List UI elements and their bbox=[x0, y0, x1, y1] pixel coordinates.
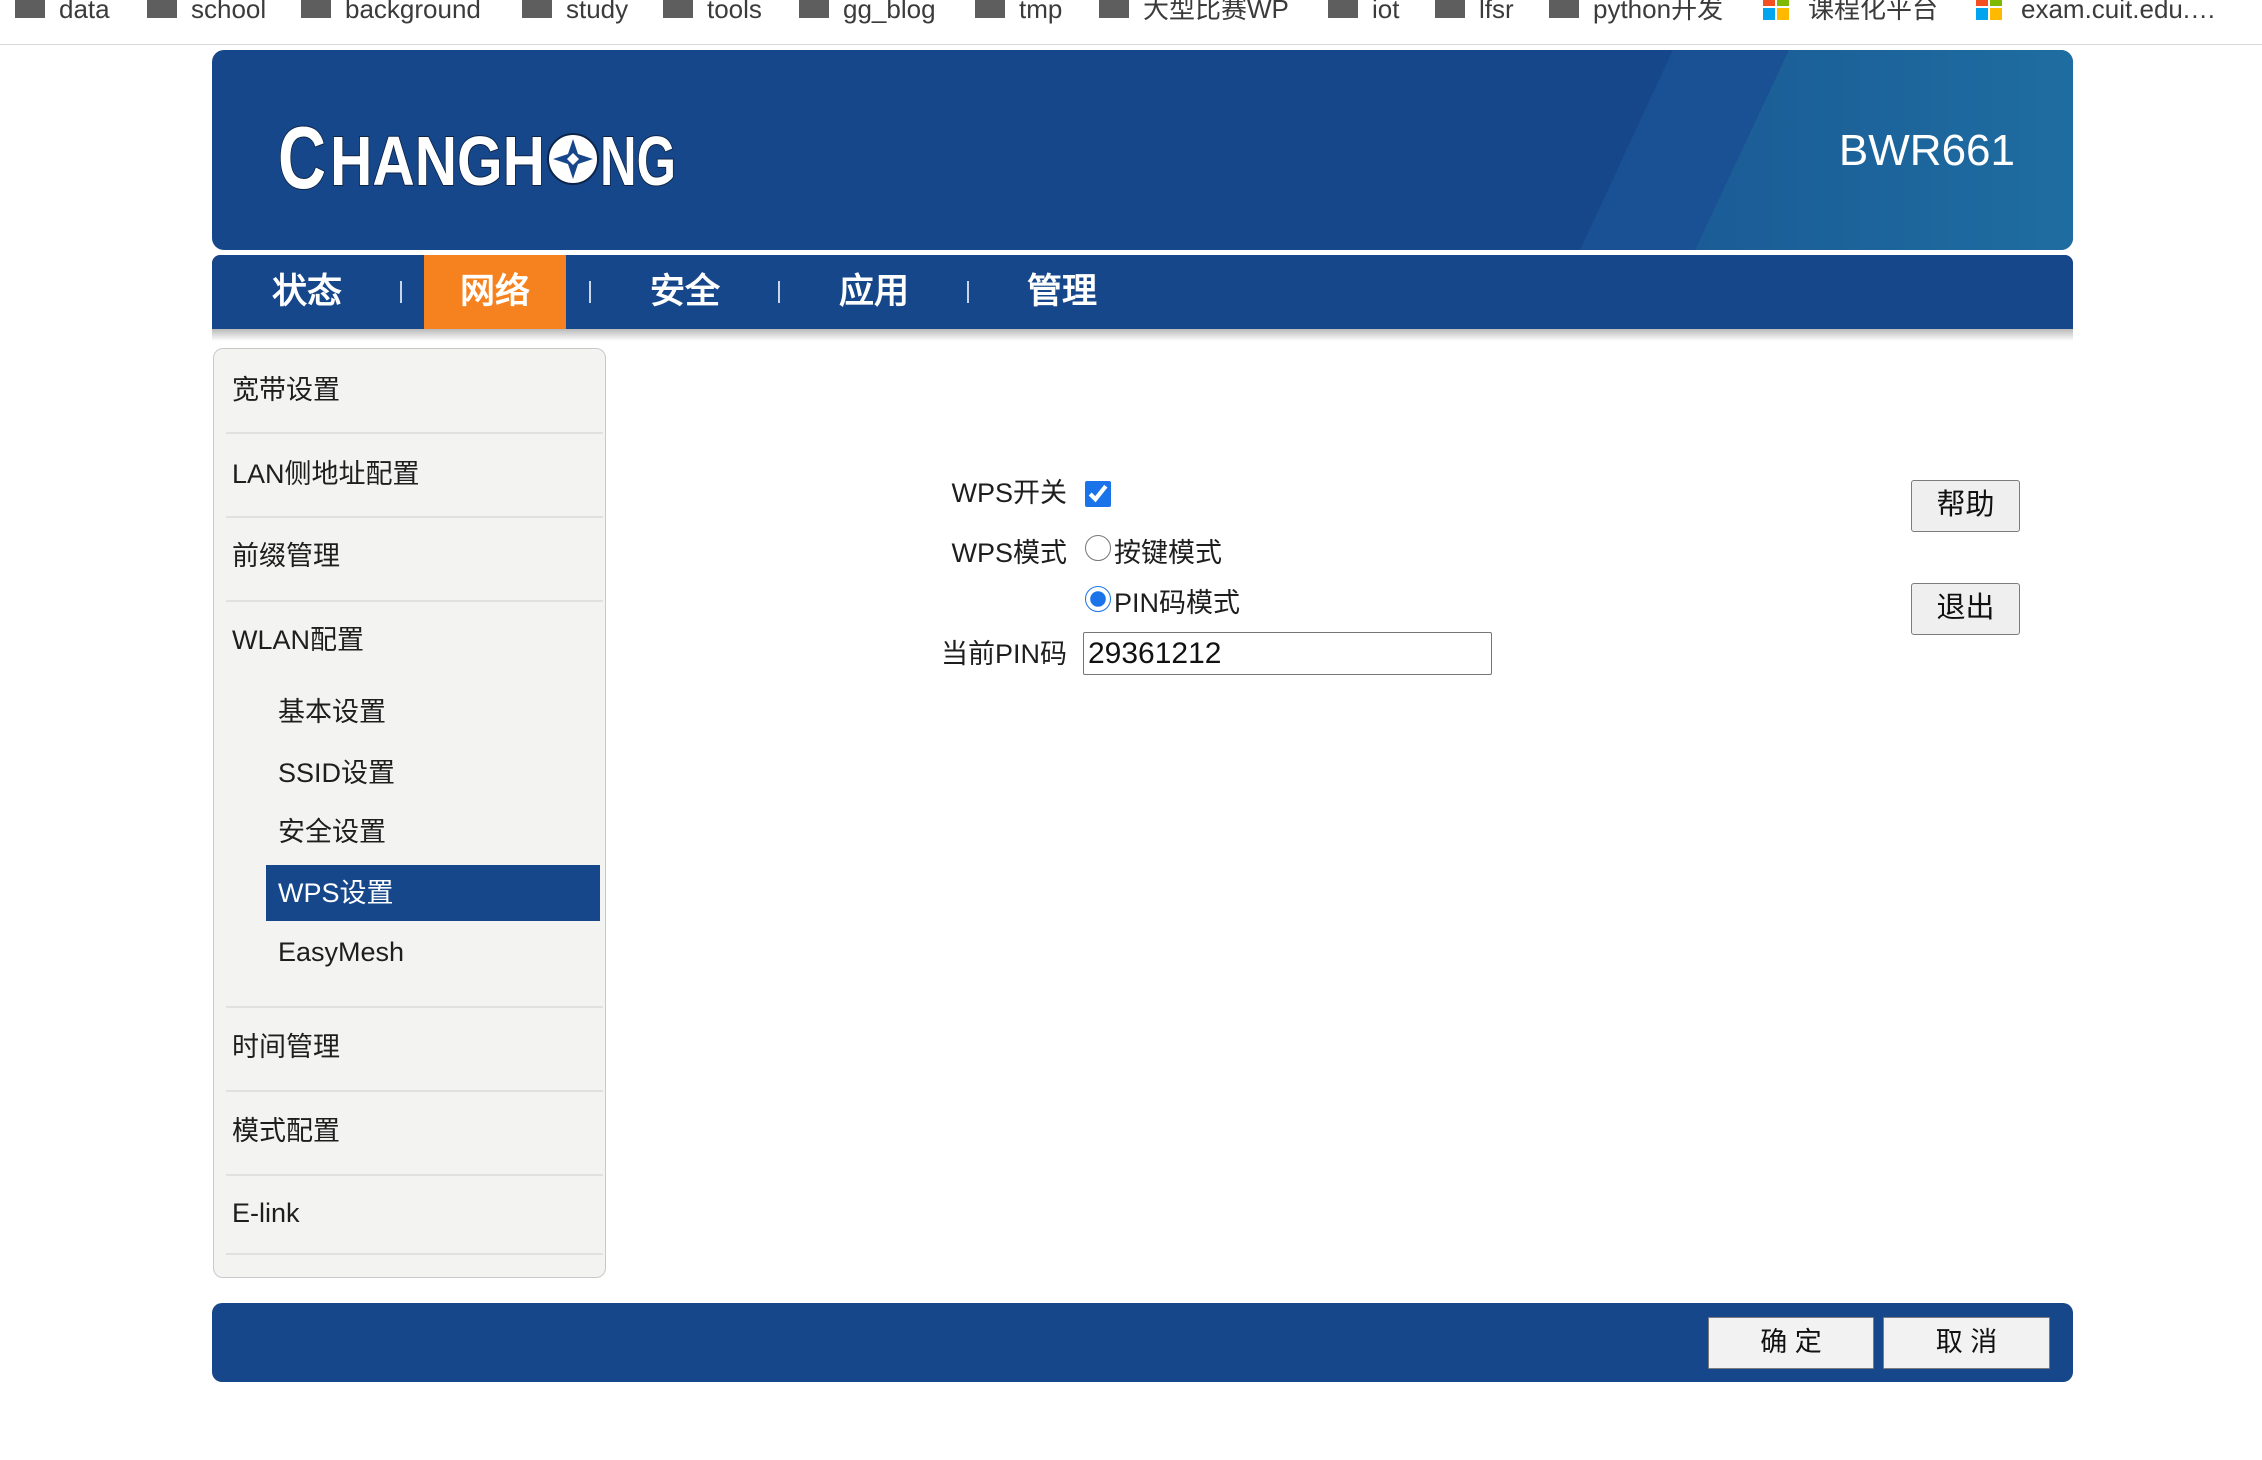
nav-separator bbox=[400, 281, 402, 303]
sidebar-divider bbox=[226, 1090, 603, 1092]
site-favicon-icon bbox=[1763, 0, 1789, 20]
sidebar-divider bbox=[226, 1006, 603, 1008]
folder-icon bbox=[301, 0, 331, 18]
nav-tab-network[interactable]: 网络 bbox=[424, 255, 566, 329]
sidebar-item-time[interactable]: 时间管理 bbox=[220, 1019, 601, 1075]
cancel-button[interactable]: 取 消 bbox=[1883, 1317, 2050, 1369]
bookmark-label: lfsr bbox=[1479, 0, 1514, 24]
folder-icon bbox=[15, 0, 45, 18]
folder-icon bbox=[1435, 0, 1465, 18]
svg-text:HANGH: HANGH bbox=[330, 122, 545, 194]
bookmark-label: 大型比赛WP bbox=[1143, 0, 1289, 24]
folder-icon bbox=[1549, 0, 1579, 18]
bookmark-label: tmp bbox=[1019, 0, 1063, 24]
current-pin-input[interactable] bbox=[1083, 632, 1492, 675]
site-favicon-icon bbox=[1976, 0, 2002, 20]
sidebar-subitem-wps[interactable]: WPS设置 bbox=[266, 865, 600, 921]
bookmark-label: python开发 bbox=[1593, 0, 1724, 24]
bookmarks-bar: data school background study tools gg_bl… bbox=[0, 0, 2262, 45]
wps-mode-pin-radio[interactable] bbox=[1085, 586, 1111, 612]
action-footer: 确 定 取 消 bbox=[212, 1303, 2073, 1382]
bookmark-label: gg_blog bbox=[843, 0, 936, 24]
wps-switch-label: WPS开关 bbox=[951, 478, 1067, 508]
folder-icon bbox=[147, 0, 177, 18]
nav-tab-status[interactable]: 状态 bbox=[242, 255, 372, 329]
bookmark-label: tools bbox=[707, 0, 762, 24]
nav-separator bbox=[778, 281, 780, 303]
bookmark-label: study bbox=[566, 0, 629, 24]
sidebar-menu: 宽带设置 LAN侧地址配置 前缀管理 WLAN配置 基本设置 SSID设置 安全… bbox=[213, 348, 606, 1278]
bookmark-label: data bbox=[59, 0, 110, 24]
confirm-button[interactable]: 确 定 bbox=[1708, 1317, 1874, 1369]
bookmark-label: 课程化平台 bbox=[1808, 0, 1939, 24]
sidebar-subitem-easymesh[interactable]: EasyMesh bbox=[266, 924, 600, 980]
nav-tab-security[interactable]: 安全 bbox=[620, 255, 750, 329]
router-model-name: BWR661 bbox=[1838, 126, 2015, 175]
nav-separator bbox=[967, 281, 969, 303]
folder-icon bbox=[799, 0, 829, 18]
svg-text:C: C bbox=[278, 122, 326, 194]
wps-mode-push-button-radio[interactable] bbox=[1085, 535, 1111, 561]
main-nav: 状态 网络 安全 应用 管理 bbox=[212, 255, 2073, 329]
folder-icon bbox=[522, 0, 552, 18]
nav-separator bbox=[589, 281, 591, 303]
sidebar-divider bbox=[226, 516, 603, 518]
wps-mode-pin-label: PIN码模式 bbox=[1114, 588, 1241, 618]
sidebar-item-lan-address[interactable]: LAN侧地址配置 bbox=[220, 446, 601, 502]
folder-icon bbox=[975, 0, 1005, 18]
bookmark-label: school bbox=[191, 0, 267, 24]
sidebar-divider bbox=[226, 1174, 603, 1176]
sidebar-item-mode[interactable]: 模式配置 bbox=[220, 1103, 601, 1159]
wps-switch-checkbox[interactable] bbox=[1085, 481, 1111, 507]
help-button[interactable]: 帮助 bbox=[1911, 480, 2020, 532]
nav-shadow bbox=[212, 329, 2073, 341]
bookmark-label: iot bbox=[1372, 0, 1400, 24]
current-pin-label: 当前PIN码 bbox=[940, 639, 1067, 669]
folder-icon bbox=[663, 0, 693, 18]
sidebar-divider bbox=[226, 600, 603, 602]
sidebar-divider bbox=[226, 432, 603, 434]
sidebar-item-prefix[interactable]: 前缀管理 bbox=[220, 528, 601, 584]
sidebar-divider bbox=[226, 1253, 603, 1255]
nav-tab-applications[interactable]: 应用 bbox=[809, 255, 939, 329]
sidebar-item-elink[interactable]: E-link bbox=[220, 1185, 601, 1241]
nav-tab-management[interactable]: 管理 bbox=[997, 255, 1127, 329]
folder-icon bbox=[1328, 0, 1358, 18]
sidebar-subitem-ssid[interactable]: SSID设置 bbox=[266, 745, 600, 801]
sidebar-item-broadband[interactable]: 宽带设置 bbox=[220, 362, 601, 418]
logo-symbol-icon bbox=[547, 133, 599, 185]
exit-button[interactable]: 退出 bbox=[1911, 583, 2020, 635]
router-header-banner: C HANGH NG BWR661 bbox=[212, 50, 2073, 250]
bookmark-label: background bbox=[345, 0, 481, 24]
bookmark-label: exam.cuit.edu.… bbox=[2021, 0, 2217, 23]
wps-mode-label: WPS模式 bbox=[951, 538, 1067, 568]
brand-logo: C HANGH NG bbox=[278, 122, 677, 194]
sidebar-item-wlan[interactable]: WLAN配置 bbox=[220, 612, 601, 668]
sidebar-subitem-security[interactable]: 安全设置 bbox=[266, 804, 600, 860]
svg-text:NG: NG bbox=[600, 122, 676, 194]
sidebar-subitem-basic[interactable]: 基本设置 bbox=[266, 684, 600, 740]
folder-icon bbox=[1099, 0, 1129, 18]
wps-mode-push-button-label: 按键模式 bbox=[1114, 538, 1222, 568]
